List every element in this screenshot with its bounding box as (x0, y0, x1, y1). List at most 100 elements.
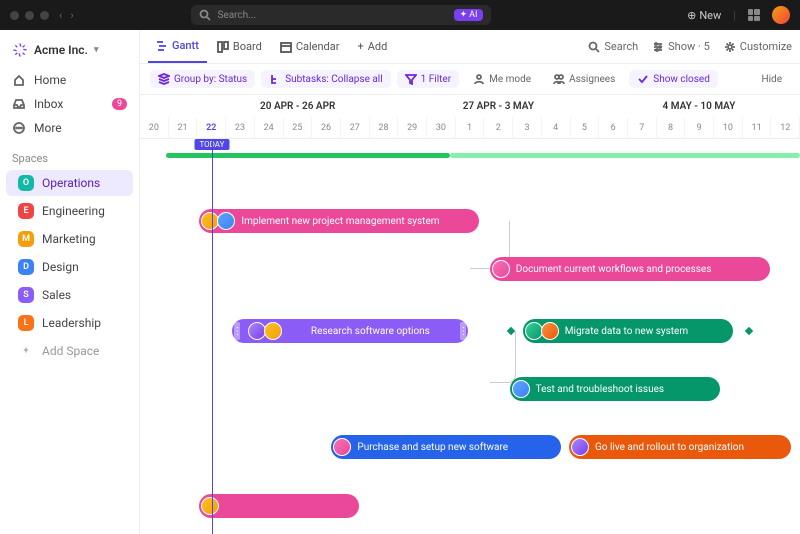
assignee-avatar (512, 380, 530, 398)
assignee-avatar (201, 497, 219, 515)
task-bar[interactable]: Migrate data to new system (523, 319, 733, 343)
space-operations[interactable]: O Operations (6, 170, 133, 196)
resize-handle-left[interactable] (234, 322, 240, 340)
window-controls[interactable] (10, 11, 49, 20)
people-icon (553, 73, 565, 85)
task-label: Implement new project management system (241, 216, 439, 227)
nav-home[interactable]: Home (0, 68, 139, 92)
assignee-avatar (492, 260, 510, 278)
day-cell[interactable]: 26 (312, 117, 341, 138)
filter-bar: Group by: Status Subtasks: Collapse all … (140, 64, 800, 95)
day-cell[interactable]: 10 (714, 117, 743, 138)
day-cell[interactable]: 8 (657, 117, 686, 138)
day-cell[interactable]: 28 (370, 117, 399, 138)
day-cell[interactable]: 7 (628, 117, 657, 138)
group-by-chip[interactable]: Group by: Status (150, 70, 255, 88)
summary-bar[interactable] (450, 153, 800, 158)
today-line (212, 139, 213, 534)
user-avatar[interactable] (772, 6, 790, 24)
subtask-icon (269, 73, 281, 85)
space-design[interactable]: D Design (6, 254, 133, 280)
hide-button[interactable]: Hide (753, 71, 790, 88)
task-bar[interactable]: Research software options (232, 319, 468, 343)
week-range: 20 APR - 26 APR (197, 95, 398, 117)
assignees-chip[interactable]: Assignees (545, 70, 623, 88)
day-cell[interactable]: 20 (140, 117, 169, 138)
show-closed-chip[interactable]: Show closed (629, 70, 718, 88)
search-icon (199, 9, 211, 21)
summary-bar[interactable] (166, 153, 450, 158)
check-icon (637, 73, 649, 85)
space-leadership[interactable]: L Leadership (6, 310, 133, 336)
task-label: Purchase and setup new software (357, 442, 508, 453)
space-sales[interactable]: S Sales (6, 282, 133, 308)
tab-calendar[interactable]: Calendar (272, 30, 348, 63)
day-header: 2021222324252627282930123456789101112 (140, 117, 800, 139)
day-cell[interactable]: 24 (255, 117, 284, 138)
task-bar[interactable]: Document current workflows and processes (490, 257, 770, 281)
filter-chip[interactable]: 1 Filter (397, 70, 459, 88)
filter-icon (405, 73, 417, 85)
plus-icon: + (18, 343, 34, 359)
sliders-icon (652, 41, 664, 53)
customize-button[interactable]: Customize (724, 40, 792, 53)
gear-icon (724, 41, 736, 53)
day-cell[interactable]: 12 (771, 117, 800, 138)
milestone[interactable] (742, 324, 756, 338)
search-view-button[interactable]: Search (588, 40, 638, 53)
workspace-name: Acme Inc. (34, 43, 88, 57)
gantt-body[interactable]: TODAY Implement new project management s… (140, 139, 800, 534)
tab-gantt[interactable]: Gantt (148, 30, 207, 63)
day-cell[interactable]: 27 (341, 117, 370, 138)
resize-handle-right[interactable] (460, 322, 466, 340)
day-cell[interactable]: 5 (571, 117, 600, 138)
task-bar[interactable]: Purchase and setup new software (331, 435, 561, 459)
day-cell[interactable]: 22 (197, 117, 226, 138)
day-cell[interactable]: 21 (169, 117, 198, 138)
day-cell[interactable]: 25 (284, 117, 313, 138)
person-icon (473, 73, 485, 85)
workspace-switcher[interactable]: Acme Inc. ▾ (0, 38, 139, 68)
nav-more[interactable]: More (0, 116, 139, 140)
tab-board[interactable]: Board (209, 30, 270, 63)
day-cell[interactable]: 11 (743, 117, 772, 138)
sidebar: Acme Inc. ▾ Home Inbox 9 More Spaces O O… (0, 30, 140, 534)
space-marketing[interactable]: M Marketing (6, 226, 133, 252)
assignee-avatar (217, 212, 235, 230)
history-nav[interactable]: ‹ › (59, 9, 74, 22)
day-cell[interactable]: 23 (226, 117, 255, 138)
back-icon[interactable]: ‹ (59, 9, 62, 22)
assignee-avatar (571, 438, 589, 456)
day-cell[interactable]: 6 (599, 117, 628, 138)
inbox-badge: 9 (112, 98, 127, 110)
week-header: 20 APR - 26 APR 27 APR - 3 MAY 4 MAY - 1… (140, 95, 800, 117)
nav-inbox[interactable]: Inbox 9 (0, 92, 139, 116)
gantt-icon (156, 40, 168, 52)
day-cell[interactable]: 29 (398, 117, 427, 138)
add-space-button[interactable]: + Add Space (6, 338, 133, 364)
me-mode-chip[interactable]: Me mode (465, 70, 539, 88)
task-bar[interactable]: Implement new project management system (199, 209, 479, 233)
global-search[interactable]: Search... ✦ AI (191, 5, 491, 25)
day-cell[interactable]: 4 (542, 117, 571, 138)
day-cell[interactable]: 3 (513, 117, 542, 138)
space-engineering[interactable]: E Engineering (6, 198, 133, 224)
workspace-logo (12, 42, 28, 58)
day-cell[interactable]: 30 (427, 117, 456, 138)
day-cell[interactable]: 9 (685, 117, 714, 138)
subtasks-chip[interactable]: Subtasks: Collapse all (261, 70, 390, 88)
task-bar[interactable]: Test and troubleshoot issues (510, 377, 720, 401)
day-cell[interactable]: 2 (484, 117, 513, 138)
forward-icon[interactable]: › (70, 9, 73, 22)
day-cell[interactable]: 1 (456, 117, 485, 138)
show-button[interactable]: Show · 5 (652, 40, 710, 53)
apps-icon[interactable] (748, 9, 760, 21)
new-button[interactable]: ⊕ New (687, 9, 721, 22)
task-bar[interactable]: Go live and rollout to organization (569, 435, 791, 459)
add-view-button[interactable]: + Add (349, 30, 395, 63)
task-bar[interactable] (199, 494, 359, 518)
chevron-down-icon: ▾ (94, 45, 99, 55)
ai-badge[interactable]: ✦ AI (454, 9, 484, 21)
calendar-icon (280, 41, 292, 53)
assignee-avatar (264, 322, 282, 340)
